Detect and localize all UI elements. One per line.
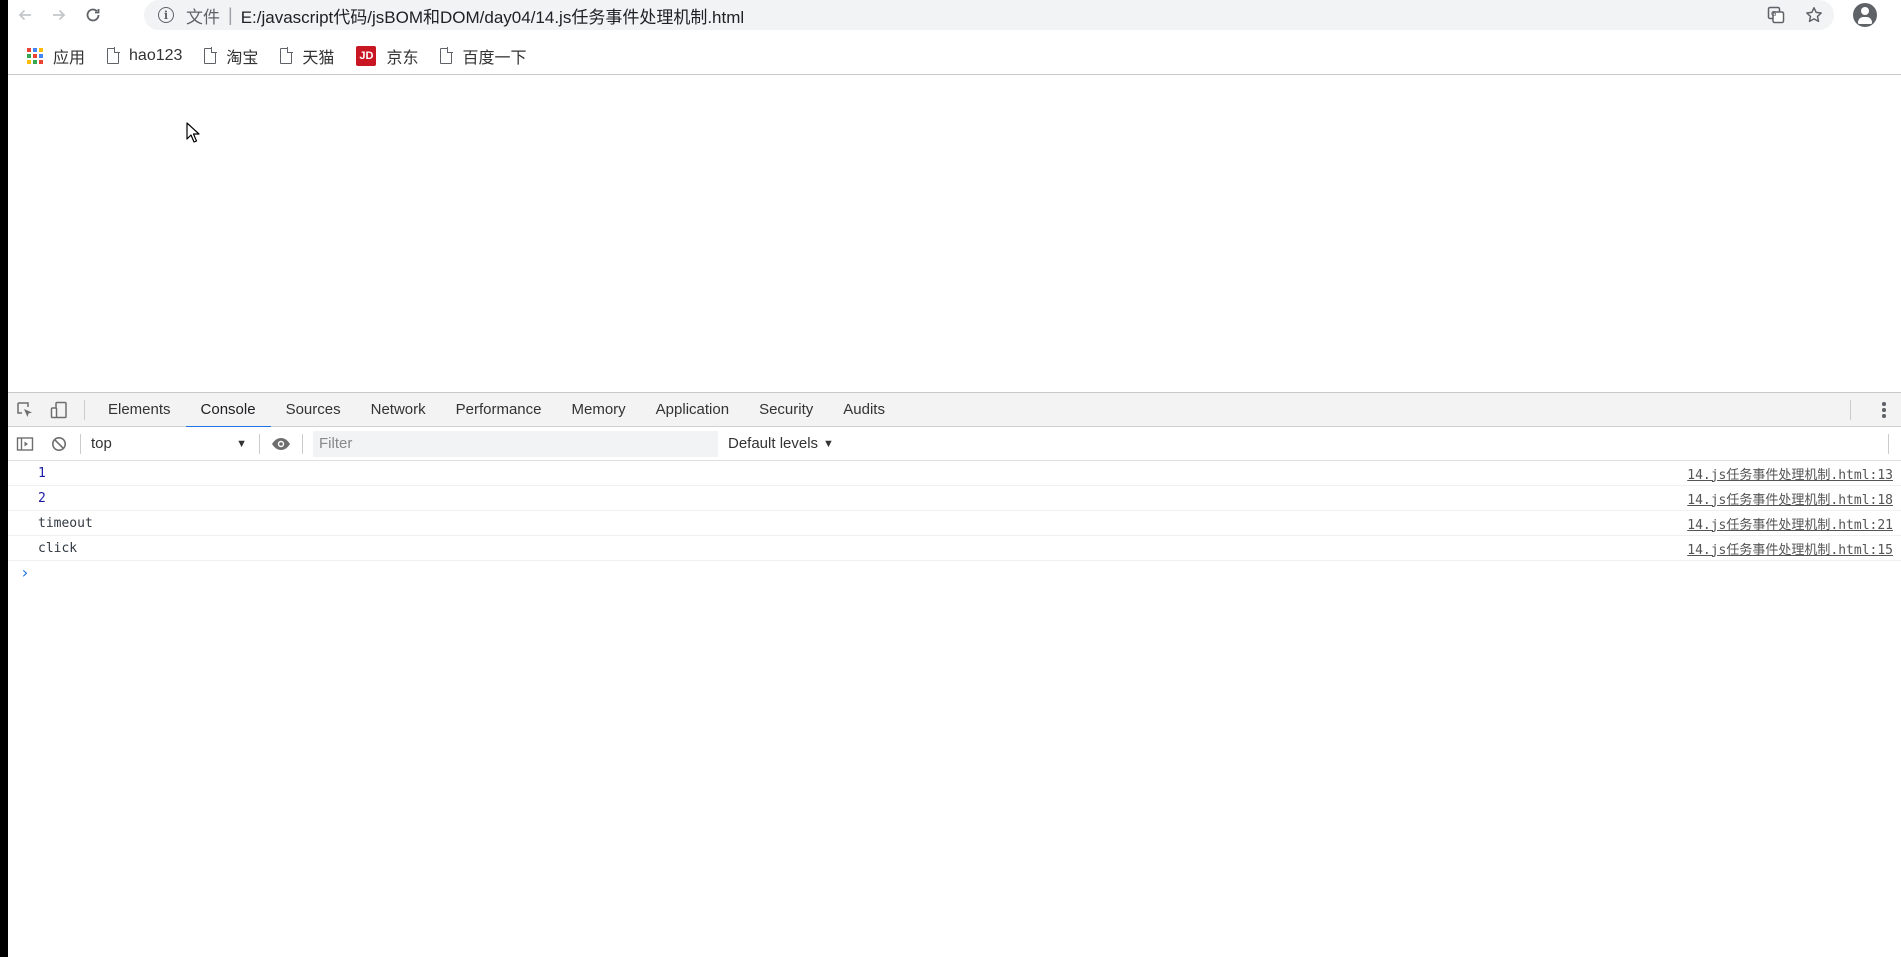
bookmark-tmall[interactable]: 天猫	[280, 44, 334, 68]
page-icon	[107, 46, 121, 64]
svg-text:G: G	[1771, 10, 1776, 18]
page-viewport[interactable]	[8, 78, 1901, 393]
bookmark-apps[interactable]: 应用	[27, 44, 85, 68]
mouse-cursor-icon	[186, 122, 200, 143]
bookmark-label: 淘宝	[226, 49, 259, 67]
back-button[interactable]	[8, 0, 42, 30]
message-value: click	[38, 540, 78, 556]
page-icon	[440, 46, 454, 64]
devtools-tabbar: Elements Console Sources Network Perform…	[8, 393, 1901, 428]
context-label: top	[91, 435, 112, 452]
tab-performance[interactable]: Performance	[441, 393, 557, 427]
source-link[interactable]: 14.js任务事件处理机制.html:15	[1687, 539, 1893, 558]
execution-context-select[interactable]: top ▼	[85, 431, 255, 457]
source-link[interactable]: 14.js任务事件处理机制.html:13	[1687, 464, 1893, 483]
eye-icon	[272, 437, 290, 450]
forward-button[interactable]	[42, 0, 76, 30]
browser-menu-icon[interactable]	[1896, 4, 1901, 26]
bookmark-label: hao123	[129, 46, 183, 64]
devtools-menu-icon[interactable]	[1881, 401, 1887, 419]
show-sidebar-button[interactable]	[8, 427, 42, 461]
bookmark-label: 百度一下	[462, 49, 527, 67]
levels-label: Default levels	[728, 435, 819, 452]
message-value: 1	[38, 465, 46, 481]
dropdown-arrow-icon: ▼	[823, 437, 834, 450]
page-icon	[280, 46, 294, 64]
browser-toolbar: i 文件 | E:/javascript代码/jsBOM和DOM/day04/1…	[8, 0, 1901, 30]
toolbar-divider	[84, 399, 85, 420]
console-prompt[interactable]: ›	[8, 561, 1901, 583]
omnibox-actions: G	[1764, 0, 1826, 30]
dropdown-arrow-icon: ▼	[236, 437, 247, 450]
reload-icon	[86, 8, 100, 22]
toolbar-divider	[1850, 400, 1851, 420]
tab-sources[interactable]: Sources	[271, 393, 356, 427]
prompt-chevron-icon: ›	[20, 562, 30, 582]
back-arrow-icon	[18, 9, 31, 21]
device-toolbar-button[interactable]	[42, 393, 76, 427]
bookmark-label: 天猫	[302, 49, 335, 67]
sidebar-toggle-icon	[16, 436, 34, 451]
bookmark-baidu[interactable]: 百度一下	[440, 44, 526, 68]
console-message: 2 14.js任务事件处理机制.html:18	[8, 486, 1901, 511]
tab-network[interactable]: Network	[356, 393, 441, 427]
star-icon[interactable]	[1802, 3, 1826, 27]
apps-icon	[27, 47, 43, 64]
url-text[interactable]: E:/javascript代码/jsBOM和DOM/day04/14.js任务事…	[241, 3, 744, 28]
console-message: timeout 14.js任务事件处理机制.html:21	[8, 511, 1901, 536]
clear-console-button[interactable]	[42, 427, 76, 461]
toolbar-divider	[1888, 434, 1889, 454]
source-link[interactable]: 14.js任务事件处理机制.html:18	[1687, 489, 1893, 508]
inspect-element-button[interactable]	[8, 393, 42, 427]
bookmark-label: 应用	[53, 49, 86, 67]
address-bar[interactable]: i 文件 | E:/javascript代码/jsBOM和DOM/day04/1…	[144, 0, 1834, 30]
source-link[interactable]: 14.js任务事件处理机制.html:21	[1687, 514, 1893, 533]
message-value: 2	[38, 490, 46, 506]
tab-memory[interactable]: Memory	[557, 393, 641, 427]
bookmark-jd[interactable]: JD 京东	[356, 44, 418, 68]
console-message: 1 14.js任务事件处理机制.html:13	[8, 461, 1901, 486]
info-icon[interactable]: i	[158, 7, 174, 23]
bookmarks-bar: 应用 hao123 淘宝 天猫 JD 京东 百度一下	[8, 37, 1901, 75]
profile-avatar-icon[interactable]	[1853, 3, 1877, 27]
console-toolbar: top ▼ Default levels ▼	[8, 427, 1901, 461]
window-edge	[0, 0, 8, 957]
tab-audits[interactable]: Audits	[828, 393, 900, 427]
translate-icon[interactable]: G	[1764, 3, 1788, 27]
tab-security[interactable]: Security	[744, 393, 828, 427]
reload-button[interactable]	[76, 0, 110, 30]
clear-icon	[52, 436, 66, 451]
message-value: timeout	[38, 515, 93, 531]
forward-arrow-icon	[53, 9, 66, 21]
live-expression-button[interactable]	[264, 427, 298, 461]
bookmark-taobao[interactable]: 淘宝	[204, 44, 258, 68]
log-levels-dropdown[interactable]: Default levels ▼	[728, 435, 834, 452]
console-message: click 14.js任务事件处理机制.html:15	[8, 536, 1901, 561]
page-icon	[204, 46, 218, 64]
device-icon	[50, 401, 67, 418]
jd-icon: JD	[356, 45, 377, 66]
tab-console[interactable]: Console	[185, 393, 271, 428]
tab-application[interactable]: Application	[641, 393, 744, 427]
toolbar-divider	[80, 433, 81, 454]
tab-elements[interactable]: Elements	[93, 393, 186, 427]
bookmark-hao123[interactable]: hao123	[107, 46, 183, 65]
devtools-panel: Elements Console Sources Network Perform…	[8, 392, 1901, 957]
console-messages: 1 14.js任务事件处理机制.html:13 2 14.js任务事件处理机制.…	[8, 461, 1901, 583]
inspect-icon	[17, 401, 32, 417]
scheme-label: 文件	[186, 7, 220, 27]
bookmark-label: 京东	[386, 49, 419, 67]
toolbar-divider	[259, 433, 260, 454]
toolbar-divider	[302, 433, 303, 454]
scheme-separator: |	[228, 4, 233, 25]
console-filter-input[interactable]	[313, 430, 718, 457]
